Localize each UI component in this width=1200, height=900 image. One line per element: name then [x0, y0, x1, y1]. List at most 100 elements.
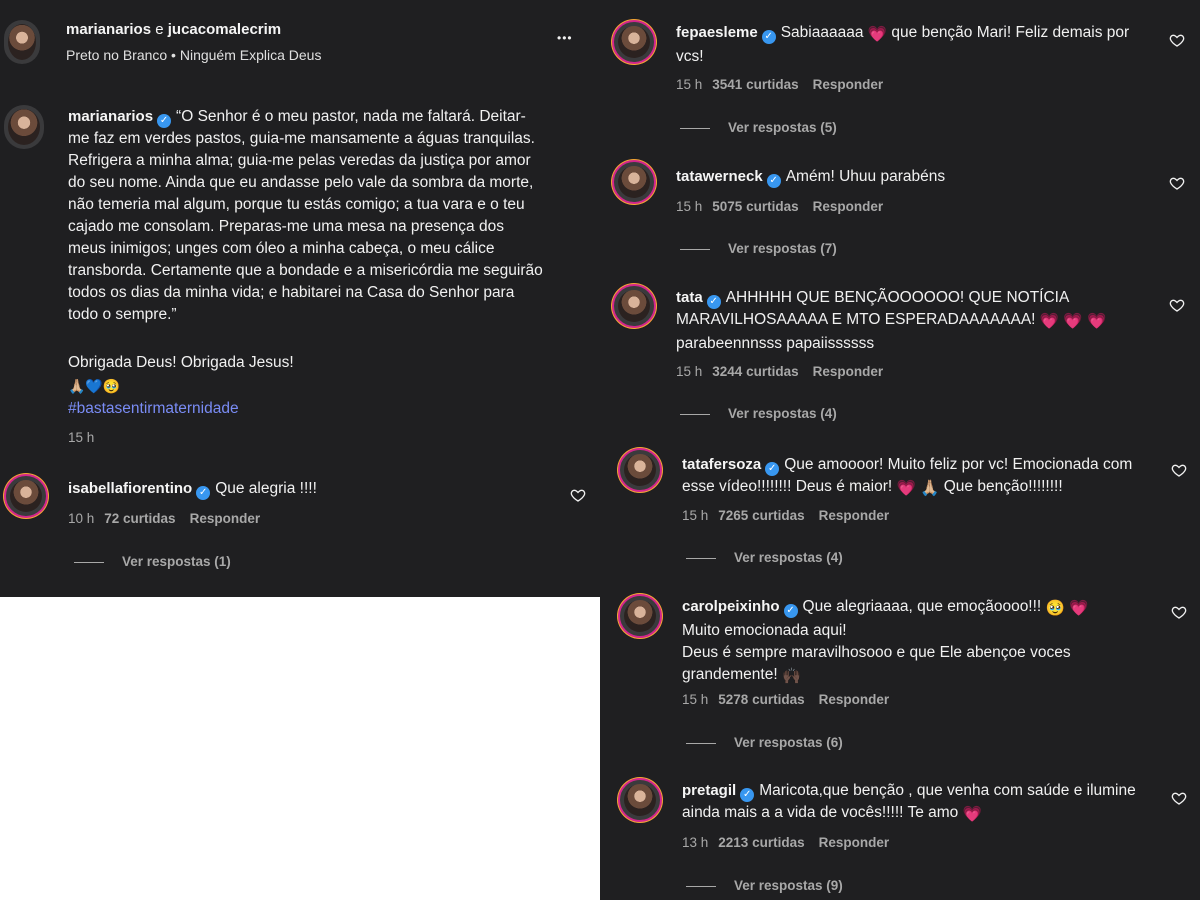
verified-badge-icon: ✓ [761, 30, 776, 44]
heart-outline-icon[interactable] [1171, 604, 1187, 620]
heart-emoji: 💗 [962, 806, 982, 823]
view-replies-button[interactable]: Ver respostas (7) [680, 241, 837, 256]
header-coauthor-link[interactable]: jucacomalecrim [168, 21, 281, 38]
heart-outline-icon[interactable] [1169, 32, 1185, 48]
comments-panel-top: fepaesleme ✓ Sabiaaaaaa 💗 que benção Mari!… [600, 0, 1200, 428]
header-user-link[interactable]: marianarios [66, 21, 151, 38]
author-avatar[interactable] [4, 105, 44, 149]
comment-username[interactable]: carolpeixinho [682, 598, 780, 615]
comment-username[interactable]: tatafersoza [682, 456, 761, 473]
caption-text: “O Senhor é o meu pastor, nada me faltar… [68, 108, 543, 323]
comments-panel-bottom: tatafersoza ✓ Que amoooor! Muito feliz por… [600, 428, 1200, 900]
view-replies-button[interactable]: Ver respostas (9) [686, 878, 843, 893]
view-replies-button[interactable]: Ver respostas (4) [680, 406, 837, 421]
view-replies-label: Ver respostas (6) [734, 735, 843, 750]
comment-text-block: tatawerneck ✓ Amém! Uhuu parabéns [676, 166, 945, 188]
comment-likes[interactable]: 5075 curtidas [712, 199, 798, 214]
post-time: 15 h [68, 430, 95, 445]
comment-meta: 15 h 5075 curtidas Responder [676, 199, 883, 214]
comment-likes[interactable]: 3541 curtidas [712, 77, 798, 92]
comment-text: Que alegriaaaa, que emoçãoooo!!! [802, 598, 1042, 615]
comment-text-line3: Deus é sempre maravilhosooo e que Ele ab… [682, 644, 1071, 683]
view-replies-button[interactable]: Ver respostas (6) [686, 735, 843, 750]
more-options-icon[interactable]: ••• [557, 31, 573, 45]
reply-button[interactable]: Responder [813, 199, 884, 214]
comment-avatar[interactable] [4, 474, 48, 518]
view-replies-button[interactable]: Ver respostas (5) [680, 120, 837, 135]
comment-emojis: 🥹 💗 [1045, 600, 1089, 617]
comment-likes[interactable]: 5278 curtidas [718, 692, 804, 707]
hashtag-link[interactable]: #bastasentirmaternidade [68, 398, 239, 420]
comment-time: 10 h [68, 511, 95, 526]
comment-avatar[interactable] [618, 448, 662, 492]
comment-text: Amém! Uhuu parabéns [785, 168, 946, 185]
heart-outline-icon[interactable] [1171, 790, 1187, 806]
view-replies-button[interactable]: Ver respostas (1) [74, 554, 231, 569]
heart-outline-icon[interactable] [570, 487, 586, 503]
view-replies-label: Ver respostas (4) [734, 550, 843, 565]
comment-username[interactable]: pretagil [682, 782, 736, 799]
heart-outline-icon[interactable] [1169, 297, 1185, 313]
praise-hands-emoji: 🙌🏿 [781, 668, 802, 685]
comment-text: AHHHHH QUE BENÇÃOOOOOO! QUE NOTÍCIA MARA… [676, 289, 1069, 328]
comment-time: 15 h [676, 364, 703, 379]
caption-block: marianarios ✓ “O Senhor é o meu pastor, na… [68, 106, 546, 326]
comment-avatar[interactable] [618, 778, 662, 822]
heart-emoji: 💗 [867, 26, 888, 43]
thanks-text: Obrigada Deus! Obrigada Jesus! [68, 354, 294, 371]
comment-avatar[interactable] [618, 594, 662, 638]
comment-time: 15 h [676, 199, 703, 214]
comment-emojis: 💗 🙏🏼 [896, 480, 940, 497]
view-replies-label: Ver respostas (5) [728, 120, 837, 135]
author-username[interactable]: marianarios [68, 108, 153, 125]
comment-time: 15 h [676, 77, 703, 92]
comment-text-continued: parabeennnsss papaiissssss [676, 335, 875, 352]
view-replies-button[interactable]: Ver respostas (4) [686, 550, 843, 565]
comment-text-continued: Que benção!!!!!!!! [943, 478, 1063, 495]
caption-emojis: 🙏🏼💙🥹 [68, 378, 121, 394]
verified-badge-icon: ✓ [765, 462, 780, 476]
comment-text-block: tatafersoza ✓ Que amoooor! Muito feliz por… [682, 454, 1152, 500]
heart-outline-icon[interactable] [1171, 462, 1187, 478]
reply-button[interactable]: Responder [813, 77, 884, 92]
comment-likes[interactable]: 72 curtidas [104, 511, 175, 526]
comment-time: 15 h [682, 692, 709, 707]
audio-track[interactable]: Preto no Branco • Ninguém Explica Deus [66, 47, 321, 63]
comment-meta: 13 h 2213 curtidas Responder [682, 835, 889, 850]
verified-badge-icon: ✓ [783, 604, 798, 618]
comment-username[interactable]: tatawerneck [676, 168, 763, 185]
reply-button[interactable]: Responder [819, 692, 890, 707]
comment-meta: 15 h 7265 curtidas Responder [682, 508, 889, 523]
post-header-avatar[interactable] [4, 20, 40, 64]
reply-button[interactable]: Responder [190, 511, 261, 526]
reply-button[interactable]: Responder [813, 364, 884, 379]
heart-emojis: 💗 💗 💗 [1039, 313, 1107, 330]
comment-username[interactable]: fepaesleme [676, 24, 758, 41]
comment-likes[interactable]: 3244 curtidas [712, 364, 798, 379]
reply-button[interactable]: Responder [819, 835, 890, 850]
verified-badge-icon: ✓ [157, 114, 172, 128]
comment-username[interactable]: tata [676, 289, 703, 306]
verified-badge-icon: ✓ [766, 174, 781, 188]
heart-outline-icon[interactable] [1169, 175, 1185, 191]
comment-meta: 10 h 72 curtidas Responder [68, 511, 260, 526]
comment-text-block: carolpeixinho ✓ Que alegriaaaa, que emoção… [682, 596, 1152, 688]
verified-badge-icon: ✓ [196, 486, 211, 500]
view-replies-label: Ver respostas (4) [728, 406, 837, 421]
view-replies-label: Ver respostas (9) [734, 878, 843, 893]
comment-text-line2: Muito emocionada aqui! [682, 622, 847, 639]
comment-likes[interactable]: 7265 curtidas [718, 508, 804, 523]
reply-button[interactable]: Responder [819, 508, 890, 523]
comment-avatar[interactable] [612, 160, 656, 204]
verified-badge-icon: ✓ [706, 295, 721, 309]
post-header-users: marianarios e jucacomalecrim [66, 21, 281, 38]
comment-username[interactable]: isabellafiorentino [68, 480, 192, 497]
comment-avatar[interactable] [612, 20, 656, 64]
comment-avatar[interactable] [612, 284, 656, 328]
post-panel: marianarios e jucacomalecrim Preto no Br… [0, 0, 600, 597]
comment-text-block: isabellafiorentino ✓ Que alegria !!!! [68, 478, 317, 500]
comment-likes[interactable]: 2213 curtidas [718, 835, 804, 850]
view-replies-label: Ver respostas (7) [728, 241, 837, 256]
verified-badge-icon: ✓ [740, 788, 755, 802]
comment-meta: 15 h 3541 curtidas Responder [676, 77, 883, 92]
